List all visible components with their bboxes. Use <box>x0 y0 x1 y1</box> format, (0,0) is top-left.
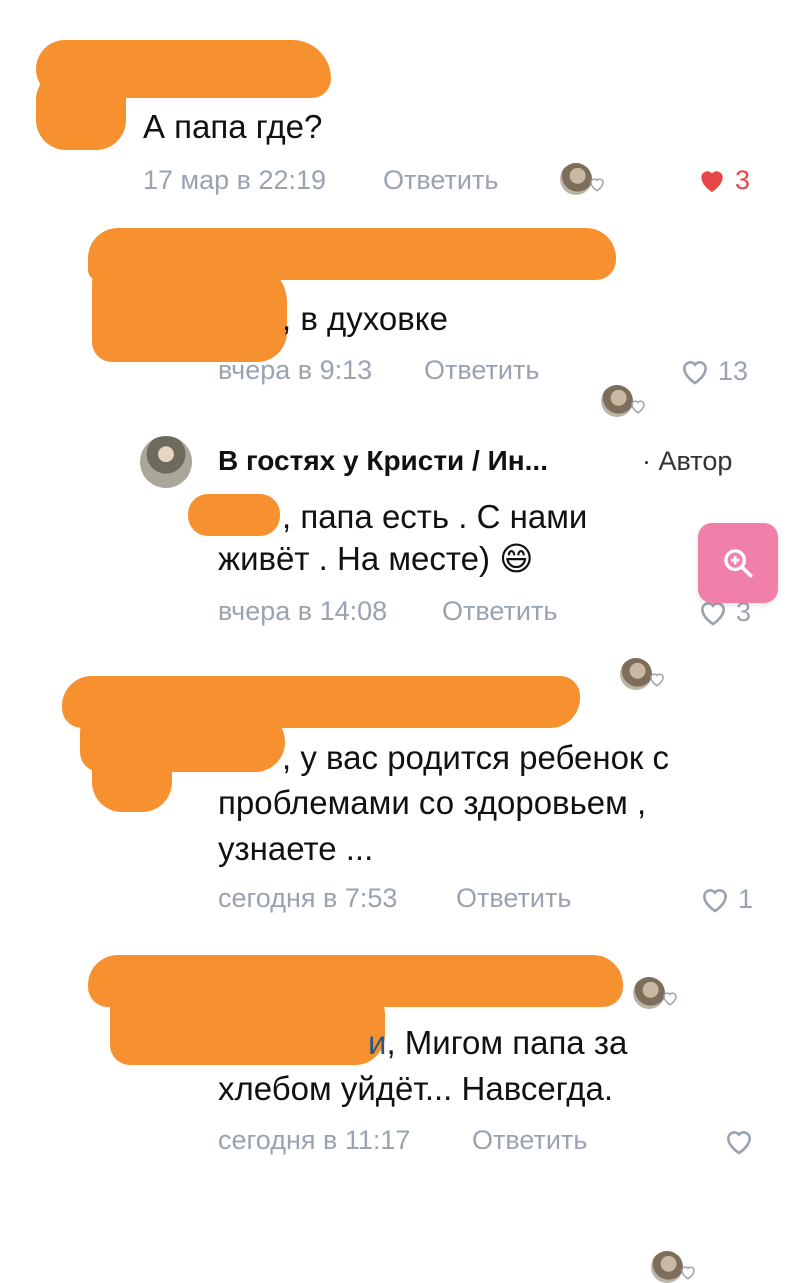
like-button[interactable]: 1 <box>698 883 753 915</box>
heart-outline-icon <box>631 400 645 414</box>
heart-outline-icon <box>650 673 664 687</box>
reaction-avatar-icon[interactable] <box>633 977 677 1009</box>
comment-text: хлебом уйдёт... Навсегда. <box>218 1070 614 1107</box>
comment-time: 17 мар в 22:19 <box>143 165 327 195</box>
comment-time: сегодня в 7:53 <box>218 883 398 913</box>
comment-time: сегодня в 11:17 <box>218 1125 411 1155</box>
redaction-mark <box>110 985 385 1065</box>
reaction-avatar-icon[interactable] <box>560 163 604 195</box>
heart-icon <box>682 361 708 385</box>
reply-button[interactable]: Ответить <box>442 596 557 627</box>
comment-text: А папа где? <box>143 108 323 145</box>
like-count: 1 <box>738 883 754 914</box>
author-badge: · Автор <box>642 446 733 476</box>
comment-time: вчера в 14:08 <box>218 596 388 626</box>
comment-text: , в духовке <box>282 300 448 337</box>
comment-text-line: , Мигом папа за <box>386 1024 628 1061</box>
reply-button[interactable]: Ответить <box>383 165 498 196</box>
author-avatar[interactable] <box>140 436 192 488</box>
like-count: 13 <box>718 355 749 386</box>
redaction-mark <box>92 740 172 812</box>
redaction-mark <box>92 262 287 362</box>
like-button[interactable]: 13 <box>678 355 748 387</box>
reply-button[interactable]: Ответить <box>424 355 539 386</box>
comment-text: , у вас родится ребенок с <box>282 739 670 776</box>
like-count: 3 <box>735 164 751 195</box>
reply-button[interactable]: Ответить <box>456 883 571 914</box>
redaction-mark <box>188 494 280 536</box>
like-button[interactable] <box>722 1125 762 1157</box>
zoom-in-icon <box>724 549 753 578</box>
reaction-avatar-icon[interactable] <box>601 385 645 417</box>
heart-outline-icon <box>681 1266 695 1280</box>
comment-text: и, Мигом папа за <box>368 1022 627 1064</box>
heart-outline-icon <box>590 178 604 192</box>
smiley-emoji: 😄 <box>499 540 534 577</box>
reply-button[interactable]: Ответить <box>472 1125 587 1156</box>
reaction-avatar-icon[interactable] <box>651 1251 695 1283</box>
author-name[interactable]: В гостях у Кристи / Ин... <box>218 445 548 477</box>
redaction-mark <box>36 70 126 150</box>
zoom-button[interactable] <box>698 523 778 603</box>
reaction-avatar-icon[interactable] <box>620 658 664 690</box>
comment-text: живёт . На месте) 😄 <box>218 538 534 580</box>
comment-text: , папа есть . С нами <box>282 498 588 535</box>
comment-text: узнаете ... <box>218 830 374 867</box>
heart-filled-icon <box>701 171 723 192</box>
mention-link[interactable]: и <box>368 1024 386 1061</box>
like-button[interactable]: 3 <box>695 164 750 196</box>
heart-icon <box>702 889 728 913</box>
heart-outline-icon <box>663 992 677 1006</box>
comment-time: вчера в 9:13 <box>218 355 373 385</box>
heart-icon <box>726 1131 752 1155</box>
comment-text-line: живёт . На месте) <box>218 540 490 577</box>
comment-text: проблемами со здоровьем , <box>218 784 647 821</box>
